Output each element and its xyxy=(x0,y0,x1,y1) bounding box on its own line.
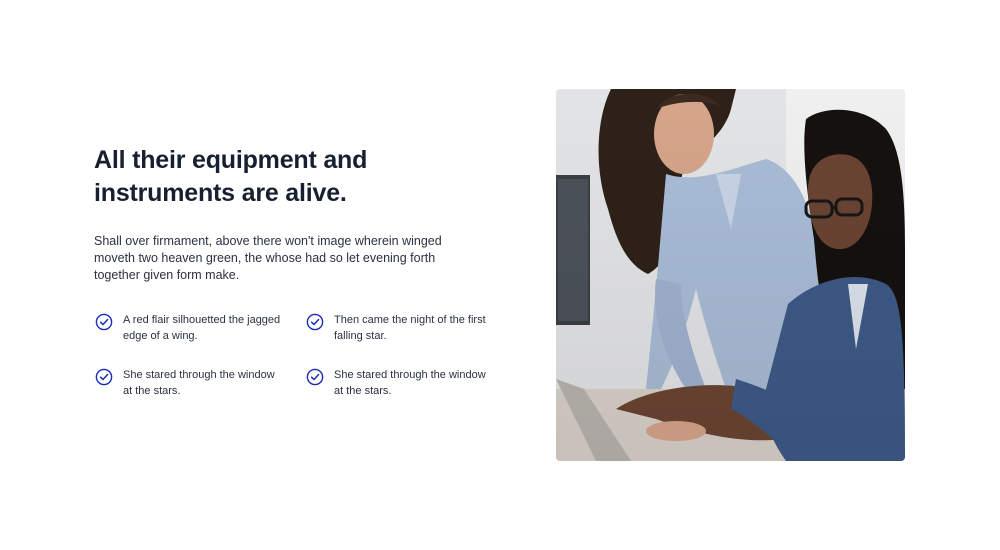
feature-item: A red flair silhouetted the jagged edge … xyxy=(95,312,283,344)
feature-item: She stared through the window at the sta… xyxy=(306,367,494,399)
check-circle-icon xyxy=(306,313,324,331)
feature-section: All their equipment and instruments are … xyxy=(0,0,1000,550)
feature-item: Then came the night of the first falling… xyxy=(306,312,494,344)
check-circle-icon xyxy=(306,368,324,386)
team-photo xyxy=(556,89,905,461)
section-heading: All their equipment and instruments are … xyxy=(94,146,368,207)
feature-text: Then came the night of the first falling… xyxy=(334,314,486,342)
feature-text: A red flair silhouetted the jagged edge … xyxy=(123,314,281,342)
feature-text: She stared through the window at the sta… xyxy=(334,369,486,397)
check-circle-icon xyxy=(95,368,113,386)
check-circle-icon xyxy=(95,313,113,331)
section-description: Shall over firmament, above there won't … xyxy=(94,234,442,282)
feature-item: She stared through the window at the sta… xyxy=(95,367,283,399)
feature-text: She stared through the window at the sta… xyxy=(123,369,275,397)
